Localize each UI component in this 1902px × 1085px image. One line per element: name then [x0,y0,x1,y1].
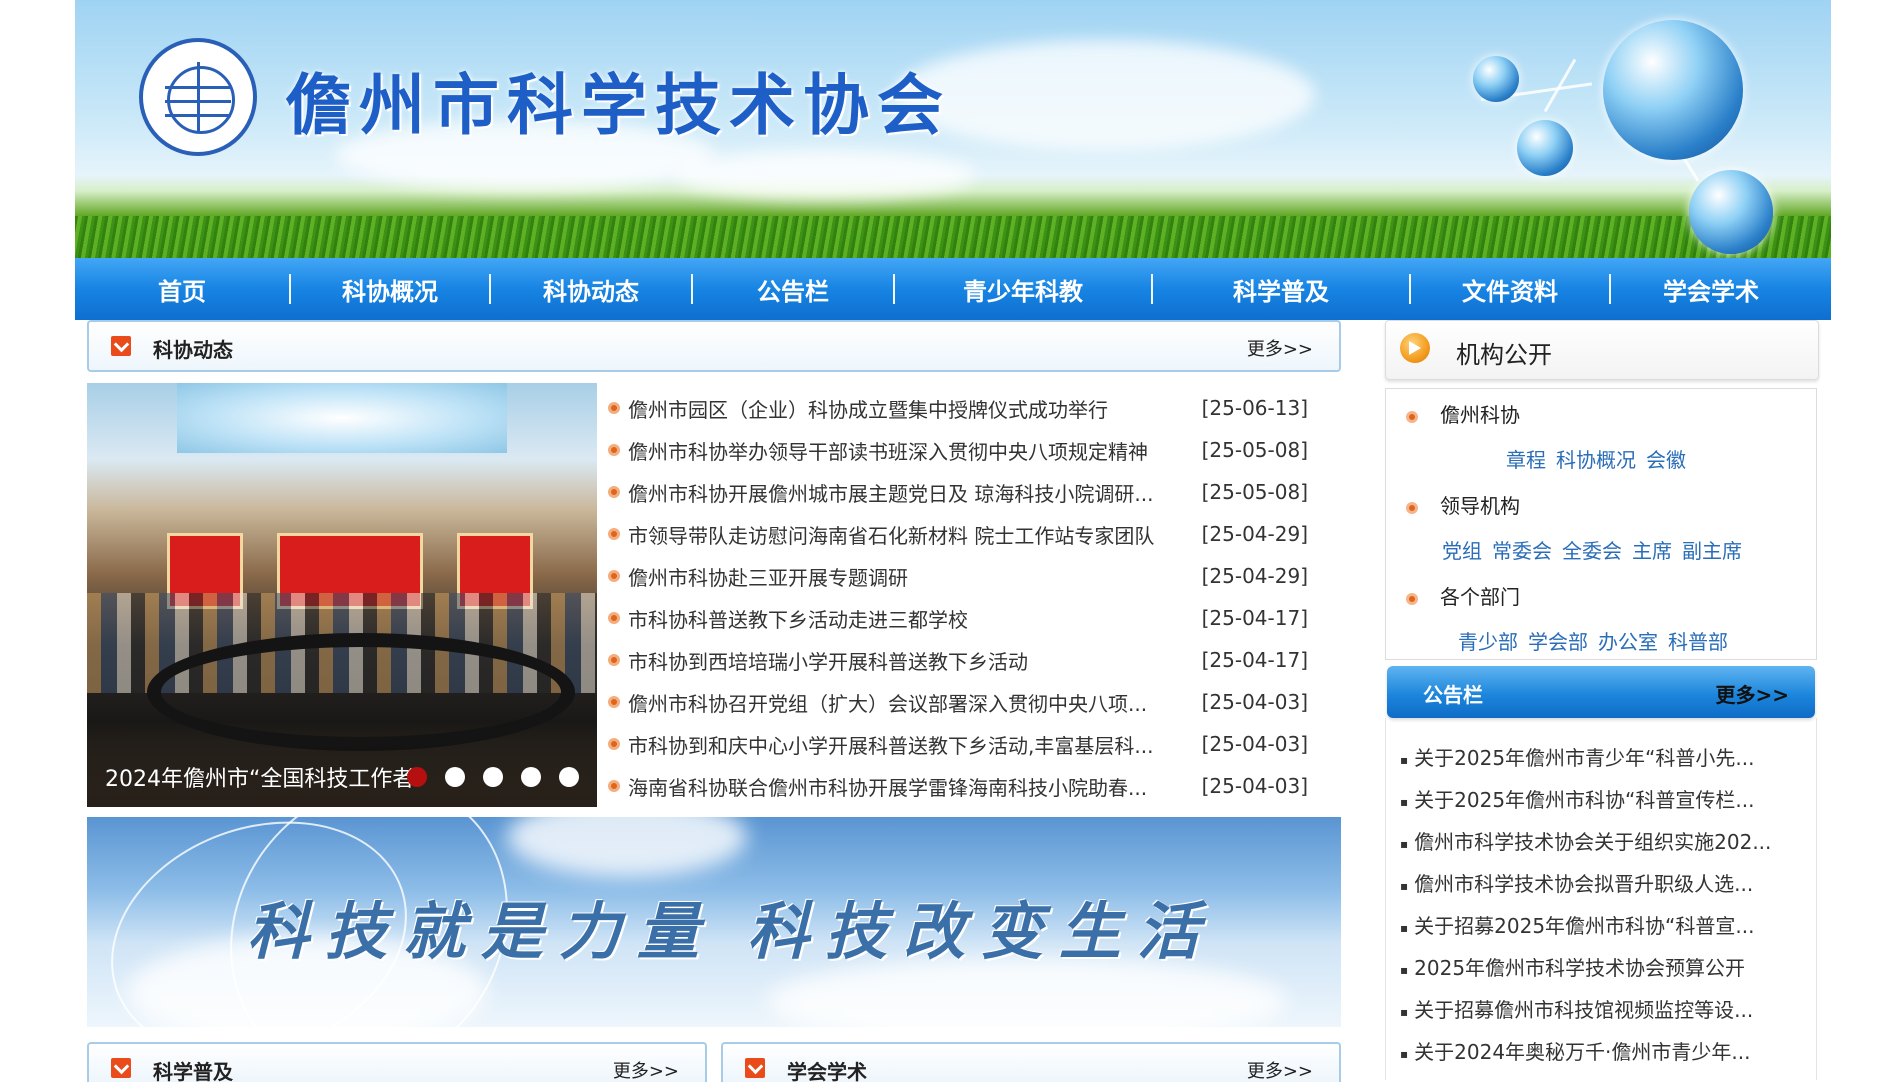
notice-item[interactable]: 关于招募2025年儋州市科协“科普宣... [1400,910,1800,939]
org-group-leadership: 领导机构 [1406,490,1520,519]
bullet-icon [608,612,620,624]
bullet-icon [608,528,620,540]
org-link[interactable]: 办公室 [1598,630,1658,654]
org-link[interactable]: 主席 [1632,539,1672,563]
bullet-icon [608,402,620,414]
academic-section-header: 学会学术 更多>> [721,1042,1341,1084]
slider-dot[interactable] [521,767,541,787]
nav-item-popular-science[interactable]: 科学普及 [1153,258,1409,320]
bullet-icon [608,780,620,792]
nav-item-notices[interactable]: 公告栏 [693,258,893,320]
notice-board-header: 公告栏 更多>> [1387,666,1815,718]
bullet-icon [1406,410,1418,423]
news-list: 儋州市园区（企业）科协成立暨集中授牌仪式成功举行 [25-06-13] 儋州市科协… [608,387,1308,807]
bullet-icon [1406,501,1418,514]
org-link[interactable]: 青少部 [1458,630,1518,654]
slogan-right: 科技改变生活 [747,895,1216,968]
org-link[interactable]: 科普部 [1668,630,1728,654]
org-group-departments: 各个部门 [1406,581,1520,610]
news-item[interactable]: 儋州市科协开展儋州城市展主题党日及 琼海科技小院调研... [25-05-08] [608,471,1308,513]
org-disclosure-panel: 儋州科协 章程 科协概况 会徽 领导机构 党组 常委会 全委会 主席 副主席 各个部门 青少… [1385,388,1817,660]
play-arrow-icon [1400,333,1430,363]
org-disclosure-header: 机构公开 [1385,320,1819,380]
org-link[interactable]: 副主席 [1682,539,1742,563]
org-links-leadership: 党组 常委会 全委会 主席 副主席 [1442,535,1752,564]
org-links-cast: 章程 科协概况 会徽 [1506,444,1696,473]
notice-more-link[interactable]: 更多>> [1715,679,1789,708]
nav-item-youth[interactable]: 青少年科教 [895,258,1151,320]
news-slider[interactable]: 2024年儋州市“全国科技工作者... [87,383,597,807]
news-item[interactable]: 儋州市科协赴三亚开展专题调研 [25-04-29] [608,555,1308,597]
news-item[interactable]: 市领导带队走访慰问海南省石化新材料 院士工作站专家团队 [25-04-29] [608,513,1308,555]
cast-logo [139,38,257,156]
news-section-header: 科协动态 更多>> [87,320,1341,372]
slider-dot[interactable] [445,767,465,787]
nav-item-documents[interactable]: 文件资料 [1411,258,1609,320]
academic-more-link[interactable]: 更多>> [1247,1057,1313,1083]
bullet-icon [608,654,620,666]
nav-item-academic[interactable]: 学会学术 [1611,258,1811,320]
popular-science-section-header: 科学普及 更多>> [87,1042,707,1084]
news-item[interactable]: 儋州市科协举办领导干部读书班深入贯彻中央八项规定精神 [25-05-08] [608,429,1308,471]
bullet-icon [608,570,620,582]
slider-pagination [407,767,579,787]
org-group-cast: 儋州科协 [1406,399,1520,428]
org-disclosure-title: 机构公开 [1456,341,1552,369]
bullet-icon [608,444,620,456]
nav-item-overview[interactable]: 科协概况 [291,258,489,320]
org-link[interactable]: 科协概况 [1556,448,1636,472]
chevron-down-icon [745,1058,765,1078]
news-section-title: 科协动态 [153,338,233,362]
news-more-link[interactable]: 更多>> [1247,335,1313,361]
site-title: 儋州市科学技术协会 [285,67,951,144]
news-item[interactable]: 海南省科协联合儋州市科协开展学雷锋海南科技小院助春... [25-04-03] [608,765,1308,807]
chevron-down-icon [111,1058,131,1078]
bullet-icon [608,486,620,498]
nav-item-home[interactable]: 首页 [75,258,289,320]
news-item[interactable]: 儋州市科协召开党组（扩大）会议部署深入贯彻中央八项... [25-04-03] [608,681,1308,723]
bullet-icon [1406,592,1418,605]
org-links-departments: 青少部 学会部 办公室 科普部 [1458,626,1738,655]
news-item[interactable]: 儋州市园区（企业）科协成立暨集中授牌仪式成功举行 [25-06-13] [608,387,1308,429]
chevron-down-icon [111,336,131,356]
notice-item[interactable]: 关于2025年儋州市青少年“科普小先... [1400,742,1800,771]
notice-item[interactable]: 儋州市科学技术协会拟晋升职级人选... [1400,868,1800,897]
notice-item[interactable]: 关于2024年奥秘万千·儋州市青少年... [1400,1036,1800,1065]
slider-dot[interactable] [407,767,427,787]
org-link[interactable]: 学会部 [1528,630,1588,654]
bullet-icon [608,738,620,750]
popular-science-more-link[interactable]: 更多>> [613,1057,679,1083]
grass-decoration [75,216,1831,258]
notice-item[interactable]: 儋州市科学技术协会关于组织实施202... [1400,826,1800,855]
org-link[interactable]: 常委会 [1492,539,1552,563]
news-item[interactable]: 市科协到和庆中心小学开展科普送教下乡活动,丰富基层科... [25-04-03] [608,723,1308,765]
slogan-banner: 科技就是力量 科技改变生活 [87,817,1341,1027]
nav-item-news[interactable]: 科协动态 [491,258,691,320]
org-link[interactable]: 会徽 [1646,448,1686,472]
bullet-icon [608,696,620,708]
popular-science-title: 科学普及 [153,1060,233,1084]
slider-caption[interactable]: 2024年儋州市“全国科技工作者... [105,761,415,793]
notice-item[interactable]: 关于招募儋州市科技馆视频监控等设... [1400,994,1800,1023]
org-link[interactable]: 全委会 [1562,539,1622,563]
news-item[interactable]: 市科协科普送教下乡活动走进三都学校 [25-04-17] [608,597,1308,639]
slider-dot[interactable] [483,767,503,787]
news-item[interactable]: 市科协到西培培瑞小学开展科普送教下乡活动 [25-04-17] [608,639,1308,681]
header-banner: 儋州市科学技术协会 [75,0,1831,258]
org-link[interactable]: 章程 [1506,448,1546,472]
notice-item[interactable]: 关于2025年儋州市科协“科普宣传栏... [1400,784,1800,813]
notice-board-title: 公告栏 [1423,683,1483,707]
main-nav: 首页 科协概况 科协动态 公告栏 青少年科教 科学普及 文件资料 学会学术 [75,258,1831,320]
globe-decoration [1603,20,1743,160]
org-link[interactable]: 党组 [1442,539,1482,563]
academic-title: 学会学术 [787,1060,867,1084]
notice-item[interactable]: 2025年儋州市科学技术协会预算公开 [1400,952,1800,981]
slogan-left: 科技就是力量 [247,895,716,968]
page: 儋州市科学技术协会 首页 科协概况 科协动态 公告栏 青少年科教 科学普及 文件… [75,0,1831,1084]
notice-list: 关于2025年儋州市青少年“科普小先... 关于2025年儋州市科协“科普宣传栏… [1385,718,1817,1080]
slider-dot[interactable] [559,767,579,787]
